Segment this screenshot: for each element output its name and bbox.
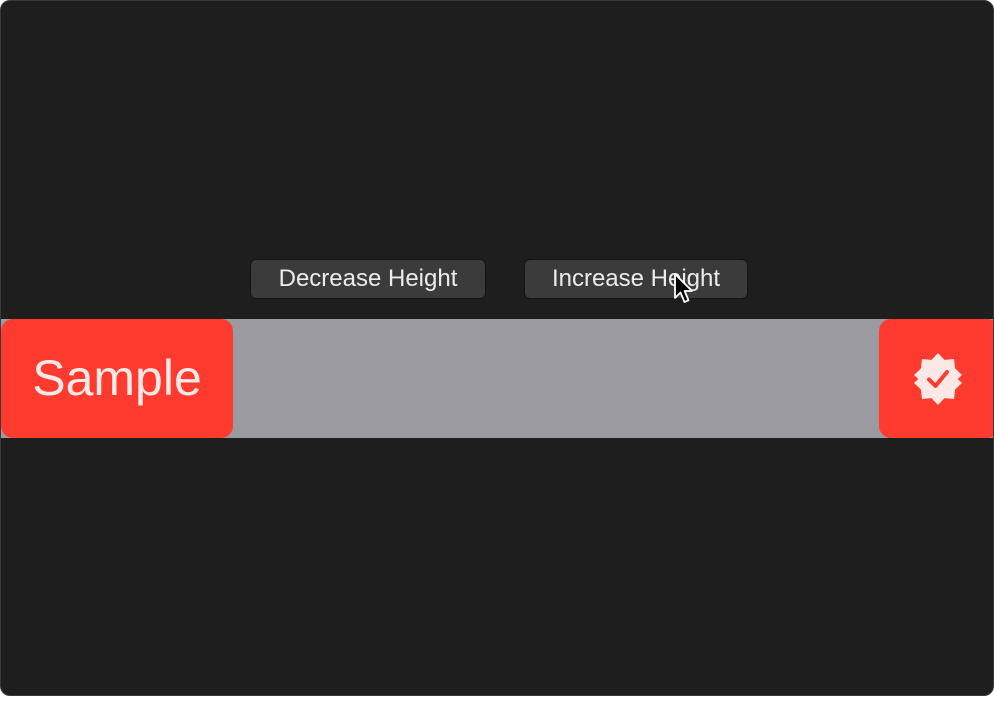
decrease-height-button[interactable]: Decrease Height xyxy=(250,259,486,299)
increase-height-button[interactable]: Increase Height xyxy=(524,259,748,299)
app-window: Decrease Height Increase Height Sample xyxy=(0,0,994,696)
sample-label: Sample xyxy=(32,349,202,406)
checkmark-seal-icon xyxy=(914,352,962,405)
verified-badge xyxy=(879,319,993,438)
sample-badge: Sample xyxy=(1,319,233,438)
